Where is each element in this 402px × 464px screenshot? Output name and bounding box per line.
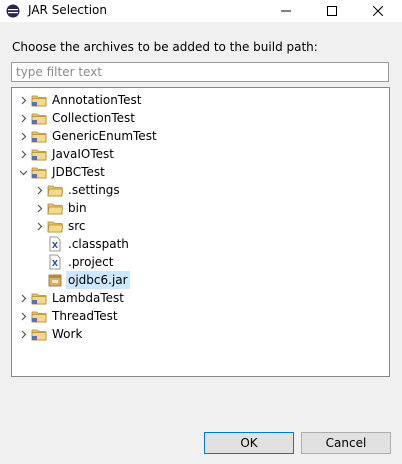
maximize-icon <box>327 6 337 16</box>
chevron-right-icon[interactable] <box>34 199 44 217</box>
tree-item[interactable]: X .classpath <box>34 235 131 253</box>
cancel-button[interactable]: Cancel <box>301 432 391 454</box>
instruction-text: Choose the archives to be added to the b… <box>12 40 318 54</box>
jar-file-icon <box>47 272 63 288</box>
folder-icon <box>47 200 63 216</box>
tree-item-label: .classpath <box>68 237 129 251</box>
tree-item[interactable]: ojdbc6.jar <box>34 271 130 289</box>
tree-item-label: src <box>68 219 86 233</box>
tree-item-label: ThreadTest <box>52 309 118 323</box>
tree-item-label: GenericEnumTest <box>52 129 157 143</box>
file-tree[interactable]: AnnotationTest CollectionTest GenericEnumT… <box>11 87 390 377</box>
chevron-right-icon[interactable] <box>18 145 28 163</box>
project-folder-icon <box>31 290 47 306</box>
xml-file-icon: X <box>47 236 63 252</box>
tree-item[interactable]: CollectionTest <box>18 109 137 127</box>
tree-item-label: Work <box>52 327 83 341</box>
project-folder-icon <box>31 164 47 180</box>
folder-icon <box>47 218 63 234</box>
tree-item[interactable]: GenericEnumTest <box>18 127 159 145</box>
tree-item[interactable]: src <box>34 217 88 235</box>
chevron-down-icon[interactable] <box>18 163 28 181</box>
folder-icon <box>47 182 63 198</box>
minimize-button[interactable] <box>263 0 309 22</box>
maximize-button[interactable] <box>309 0 355 22</box>
tree-item[interactable]: X .project <box>34 253 115 271</box>
tree-item-label: AnnotationTest <box>52 93 142 107</box>
chevron-right-icon[interactable] <box>18 109 28 127</box>
project-folder-icon <box>31 110 47 126</box>
tree-item[interactable]: .settings <box>34 181 122 199</box>
project-folder-icon <box>31 308 47 324</box>
tree-item-label: LambdaTest <box>52 291 124 305</box>
tree-item[interactable]: JDBCTest <box>18 163 107 181</box>
chevron-right-icon[interactable] <box>34 217 44 235</box>
tree-item[interactable]: Work <box>18 325 84 343</box>
tree-item-label: .settings <box>68 183 120 197</box>
minimize-icon <box>281 10 291 12</box>
tree-item[interactable]: AnnotationTest <box>18 91 143 109</box>
tree-item-label: ojdbc6.jar <box>66 271 130 289</box>
chevron-right-icon[interactable] <box>18 325 28 343</box>
ok-button[interactable]: OK <box>204 432 294 454</box>
close-button[interactable] <box>355 0 401 22</box>
svg-text:X: X <box>52 259 59 268</box>
tree-item-label: .project <box>68 255 114 269</box>
window-title: JAR Selection <box>28 3 107 17</box>
tree-item-label: bin <box>68 201 87 215</box>
project-folder-icon <box>31 326 47 342</box>
chevron-right-icon[interactable] <box>18 91 28 109</box>
tree-item-label: JavaIOTest <box>52 147 114 161</box>
tree-item-label: JDBCTest <box>52 165 105 179</box>
eclipse-icon <box>6 4 20 18</box>
project-folder-icon <box>31 146 47 162</box>
chevron-right-icon[interactable] <box>18 127 28 145</box>
xml-file-icon: X <box>47 254 63 270</box>
title-bar: JAR Selection <box>0 0 402 22</box>
chevron-right-icon[interactable] <box>18 307 28 325</box>
tree-item[interactable]: LambdaTest <box>18 289 126 307</box>
chevron-right-icon[interactable] <box>34 181 44 199</box>
tree-item-label: CollectionTest <box>52 111 135 125</box>
tree-item[interactable]: ThreadTest <box>18 307 120 325</box>
svg-text:X: X <box>52 241 59 250</box>
tree-item[interactable]: bin <box>34 199 89 217</box>
project-folder-icon <box>31 128 47 144</box>
close-icon <box>373 6 383 16</box>
tree-item[interactable]: JavaIOTest <box>18 145 116 163</box>
project-folder-icon <box>31 92 47 108</box>
filter-input[interactable] <box>11 62 389 82</box>
chevron-right-icon[interactable] <box>18 289 28 307</box>
